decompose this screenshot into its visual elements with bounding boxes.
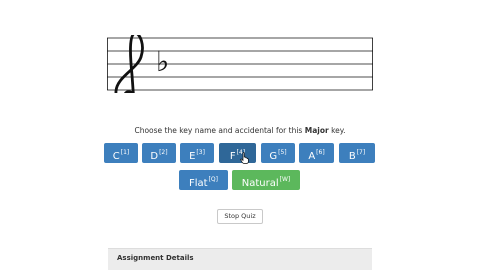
hand-pointer-icon xyxy=(240,152,249,164)
assignment-details-panel[interactable]: Assignment Details xyxy=(108,248,372,270)
key-a-button[interactable]: A[6] xyxy=(299,143,334,163)
flat-icon: ♭ xyxy=(156,45,169,78)
music-staff: ♭ xyxy=(107,35,373,93)
natural-button[interactable]: Natural[W] xyxy=(232,170,300,190)
key-b-button[interactable]: B[7] xyxy=(339,143,375,163)
key-f-button[interactable]: F[4] xyxy=(219,143,256,163)
staff-lines xyxy=(107,37,373,91)
flat-button[interactable]: Flat[Q] xyxy=(179,170,228,190)
key-g-button[interactable]: G[5] xyxy=(261,143,295,163)
assignment-details-title: Assignment Details xyxy=(117,254,194,262)
key-d-button[interactable]: D[2] xyxy=(142,143,176,163)
key-c-button[interactable]: C[1] xyxy=(104,143,138,163)
stop-quiz-button[interactable]: Stop Quiz xyxy=(217,209,263,224)
instruction-text: Choose the key name and accidental for t… xyxy=(134,126,346,135)
key-e-button[interactable]: E[3] xyxy=(180,143,214,163)
